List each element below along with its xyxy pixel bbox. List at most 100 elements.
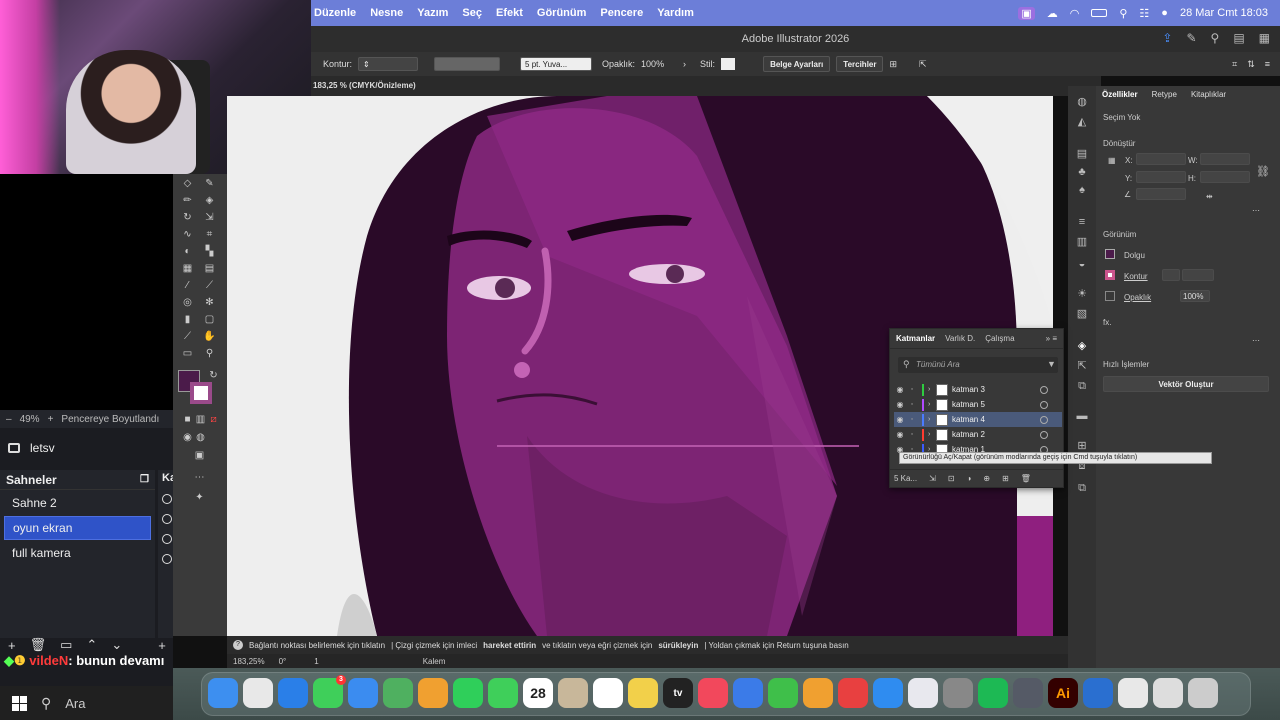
music-icon[interactable] bbox=[698, 678, 728, 708]
draw-mode-icon[interactable]: ◉ bbox=[181, 432, 194, 443]
arrange-icon[interactable]: ▦ bbox=[1259, 31, 1270, 45]
messages-icon[interactable]: 3 bbox=[313, 675, 346, 708]
artboard-nav[interactable]: 1 bbox=[314, 657, 318, 666]
draw-behind-icon[interactable]: ◍ bbox=[194, 432, 207, 443]
height-field[interactable] bbox=[1200, 171, 1250, 183]
transform-icon[interactable]: ⌗ bbox=[1232, 59, 1237, 70]
search-icon[interactable]: ⚲ bbox=[41, 695, 51, 712]
width-field[interactable] bbox=[1200, 153, 1250, 165]
stroke-swatch-small[interactable] bbox=[1105, 270, 1115, 280]
symbol-sprayer-tool-icon[interactable]: ✻ bbox=[203, 297, 216, 308]
finder-doc-icon[interactable] bbox=[1118, 678, 1148, 708]
free-transform-tool-icon[interactable]: ⌗ bbox=[203, 229, 216, 240]
none-mode-icon[interactable]: ⧄ bbox=[207, 414, 220, 425]
selection-tool-icon[interactable]: ◇ bbox=[181, 178, 194, 189]
libraries-panel-icon[interactable]: ◭ bbox=[1075, 116, 1089, 128]
paintbrush-tool-icon[interactable]: ✎ bbox=[203, 178, 216, 189]
tab-layers[interactable]: Katmanlar bbox=[896, 334, 935, 343]
fill-swatch-small[interactable] bbox=[1105, 249, 1115, 259]
warp-tool-icon[interactable]: ∿ bbox=[181, 229, 194, 240]
layer-row[interactable]: ◉ ▫ › katman 5 bbox=[894, 397, 1062, 412]
color-mode-icon[interactable]: ■ bbox=[181, 414, 194, 425]
facetime-icon[interactable] bbox=[453, 678, 483, 708]
filter-icon[interactable]: ▼ bbox=[1047, 359, 1056, 369]
align-icon[interactable]: ⊞ bbox=[889, 59, 897, 70]
delete-layer-icon[interactable]: 🗑 bbox=[1021, 474, 1031, 483]
contacts-icon[interactable] bbox=[558, 678, 588, 708]
slice-tool-icon[interactable]: ⟋ bbox=[181, 331, 194, 342]
menu-window[interactable]: Pencere bbox=[600, 7, 643, 19]
hand-tool-icon[interactable]: ✋ bbox=[203, 331, 216, 342]
panel-menu-icon[interactable]: » ≡ bbox=[1046, 334, 1063, 343]
battery-icon[interactable] bbox=[1091, 9, 1108, 17]
graphic-styles-icon[interactable]: ▧ bbox=[1075, 308, 1089, 320]
stroke-panel-icon[interactable]: ≡ bbox=[1075, 216, 1089, 228]
lock-icon[interactable]: ▫ bbox=[906, 431, 918, 438]
add-source-icon[interactable]: + bbox=[158, 638, 166, 653]
zoom-tool-icon[interactable]: ⚲ bbox=[203, 348, 216, 359]
expand-arrow-icon[interactable]: › bbox=[928, 386, 936, 393]
rotation-select[interactable]: 0° bbox=[279, 657, 287, 666]
x-field[interactable] bbox=[1136, 153, 1186, 165]
settings-icon[interactable] bbox=[943, 678, 973, 708]
stroke-swatch[interactable] bbox=[190, 382, 212, 404]
tab-properties[interactable]: Özellikler bbox=[1102, 90, 1138, 99]
add-icon[interactable]: + bbox=[8, 638, 16, 653]
lock-icon[interactable]: ▫ bbox=[906, 401, 918, 408]
zoom-in-button[interactable]: + bbox=[48, 414, 54, 425]
rotate-tool-icon[interactable]: ↻ bbox=[181, 212, 194, 223]
artboards-panel-icon[interactable]: ⧉ bbox=[1075, 380, 1089, 392]
blend-tool-icon[interactable]: ◎ bbox=[181, 297, 194, 308]
stroke-weight-select[interactable] bbox=[1182, 269, 1214, 281]
menu-effect[interactable]: Efekt bbox=[496, 7, 523, 19]
layer-name[interactable]: katman 5 bbox=[952, 400, 1040, 409]
windows-start-icon[interactable] bbox=[12, 695, 27, 711]
live-paint-tool-icon[interactable]: ▚ bbox=[203, 246, 216, 257]
disk-utility-icon[interactable] bbox=[1013, 678, 1043, 708]
undock-icon[interactable]: ❐ bbox=[140, 474, 149, 485]
illustrator-icon[interactable]: Ai bbox=[1048, 678, 1078, 708]
flip-horizontal-icon[interactable]: ⇹ bbox=[1206, 192, 1213, 201]
transparency-panel-icon[interactable]: ◒ bbox=[1075, 258, 1089, 270]
fit-window-label[interactable]: Pencereye Boyutlandı bbox=[61, 414, 159, 425]
eye-icon[interactable]: ◉ bbox=[894, 385, 906, 394]
expand-arrow-icon[interactable]: › bbox=[928, 416, 936, 423]
iphone-mirroring-icon[interactable] bbox=[908, 678, 938, 708]
mesh-tool-icon[interactable]: ▦ bbox=[181, 263, 194, 274]
gradient-mode-icon[interactable]: ▥ bbox=[194, 414, 207, 425]
vpn-icon[interactable] bbox=[1083, 678, 1113, 708]
stage-manager-icon[interactable]: ▣ bbox=[1018, 6, 1035, 20]
layer-row[interactable]: ◉ ▫ › katman 2 bbox=[894, 427, 1062, 442]
sparkle-icon[interactable]: ✦ bbox=[193, 492, 206, 503]
measure-tool-icon[interactable]: ⟋ bbox=[203, 280, 216, 291]
gradient-panel-icon[interactable]: ▥ bbox=[1075, 236, 1089, 248]
link-proportions-icon[interactable]: ⛓ bbox=[1256, 165, 1270, 178]
transform-grid-icon[interactable]: ▦ bbox=[1108, 156, 1116, 165]
tab-artboards[interactable]: Çalışma bbox=[985, 334, 1014, 343]
source-icon[interactable] bbox=[162, 554, 172, 564]
stroke-label[interactable]: Kontur bbox=[1124, 272, 1148, 281]
expand-arrow-icon[interactable]: › bbox=[928, 401, 936, 408]
flip-icon[interactable]: ⇅ bbox=[1247, 59, 1255, 70]
graph-tool-icon[interactable]: ▮ bbox=[181, 314, 194, 325]
layer-name[interactable]: katman 4 bbox=[952, 415, 1040, 424]
appearance-more-icon[interactable]: ⋯ bbox=[1252, 336, 1260, 345]
document-tab[interactable]: 183,25 % (CMYK/Önizleme) bbox=[311, 76, 1101, 96]
color-panel-icon[interactable]: ▤ bbox=[1075, 148, 1089, 160]
rotate-field[interactable] bbox=[1136, 188, 1186, 200]
symbols-panel-icon[interactable]: ♠ bbox=[1075, 184, 1089, 196]
menu-select[interactable]: Seç bbox=[462, 7, 482, 19]
spotify-icon[interactable] bbox=[978, 678, 1008, 708]
chevron-down-icon[interactable]: ⌄ bbox=[111, 637, 122, 653]
layer-name[interactable]: katman 3 bbox=[952, 385, 1040, 394]
target-icon[interactable] bbox=[1040, 400, 1048, 409]
properties-panel-icon[interactable]: ◍ bbox=[1075, 96, 1089, 108]
lock-icon[interactable]: ▫ bbox=[906, 416, 918, 423]
gradient-tool-icon[interactable]: ▤ bbox=[203, 263, 216, 274]
swap-colors-icon[interactable]: ↻ bbox=[207, 370, 220, 381]
taskbar-search-label[interactable]: Ara bbox=[65, 696, 85, 711]
reminders-icon[interactable] bbox=[593, 678, 623, 708]
layers-search-input[interactable]: Tümünü Ara bbox=[898, 357, 1058, 373]
menubar-datetime[interactable]: 28 Mar Cmt 18:03 bbox=[1180, 7, 1268, 19]
tab-asset-export[interactable]: Varlık D. bbox=[945, 334, 975, 343]
